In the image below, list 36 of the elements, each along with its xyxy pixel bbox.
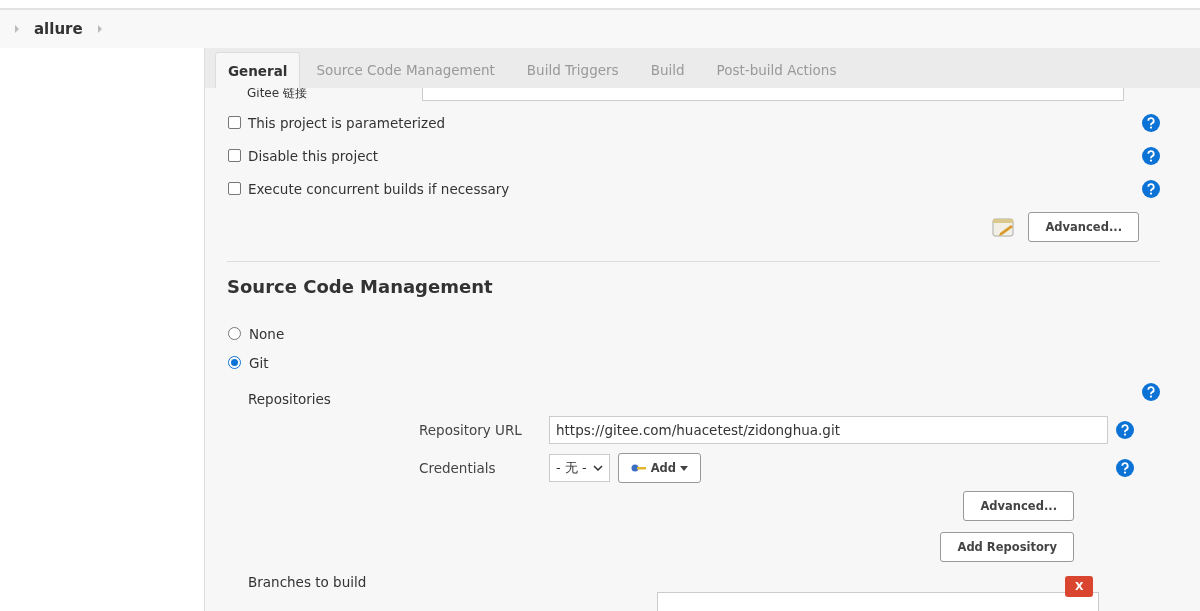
radio-label: None [249,325,285,342]
checkbox[interactable] [228,182,241,195]
credentials-select[interactable]: - 无 - [549,454,610,482]
url-field[interactable]: https://gitee.com/huacetest/zidonghua.git [549,416,1108,444]
checkbox[interactable] [228,116,241,129]
help-icon[interactable] [1142,383,1160,401]
field-label: Repositories [248,390,331,407]
branch-field[interactable] [657,592,1099,611]
field-label: Repository URL [419,422,523,438]
select-field[interactable] [422,88,1124,101]
advanced-button[interactable]: Advanced... [1028,212,1139,242]
breadcrumb-link[interactable]: allure [34,20,83,38]
help-icon[interactable] [1116,421,1134,439]
delete-button[interactable]: X [1065,576,1094,597]
add-button[interactable]: Add [617,453,702,483]
help-icon[interactable] [1116,459,1134,477]
radio-button[interactable] [228,327,241,340]
help-icon[interactable] [1142,146,1160,165]
advanced-button[interactable]: Advanced... [963,491,1074,521]
checkbox-label: This project is parameterized [248,114,446,131]
checkbox-label: Execute concurrent builds if necessary [248,180,510,197]
section-heading: Source Code Management [227,276,494,297]
radio-label: Git [249,354,269,371]
chevron-down-icon [592,465,603,471]
radio-button[interactable] [228,356,241,369]
checkbox[interactable] [228,149,241,162]
help-icon[interactable] [1142,113,1160,132]
add-repository-button[interactable]: Add Repository [940,532,1074,562]
key-icon [630,464,647,472]
help-icon[interactable] [1142,179,1160,198]
caret-icon [680,465,689,471]
tab[interactable]: General [215,52,301,88]
field-label: Branches to build [248,574,367,590]
notepad-icon [992,216,1017,238]
field-label: Credentials [419,460,497,476]
checkbox-label: Disable this project [248,147,379,164]
